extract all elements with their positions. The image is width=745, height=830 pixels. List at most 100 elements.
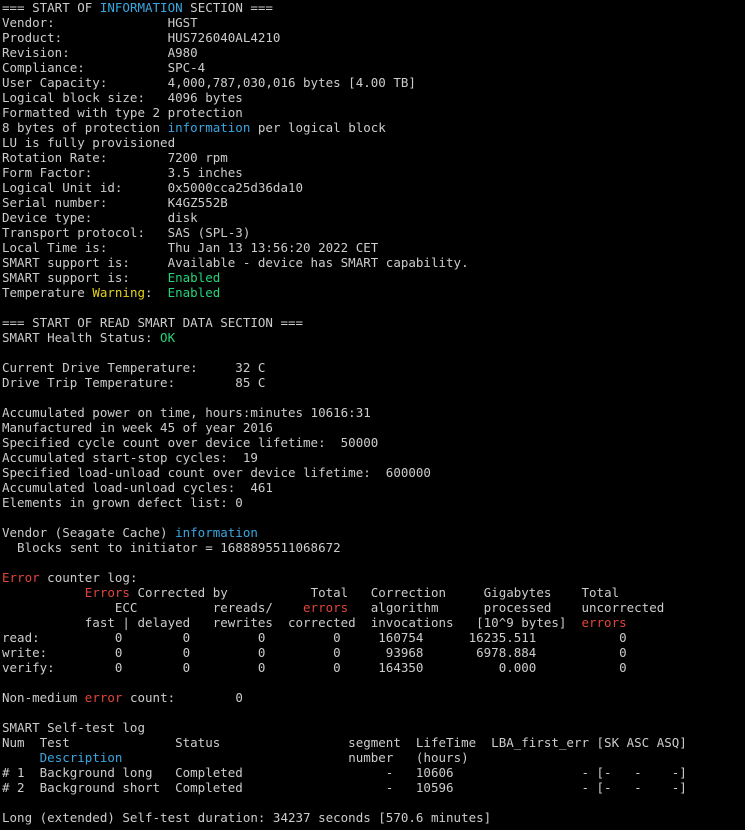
terminal-line: LU is fully provisioned [2,135,687,150]
highlighted-text: errors [581,615,627,630]
terminal-line: Transport protocol: SAS (SPL-3) [2,225,687,240]
text-segment: write: 0 0 0 0 93968 6978.884 0 [2,645,627,660]
text-segment: Compliance: SPC-4 [2,60,206,75]
text-segment: Product: HUS726040AL4210 [2,30,281,45]
terminal-line: Blocks sent to initiator = 1688895511068… [2,540,687,555]
terminal-line: Local Time is: Thu Jan 13 13:56:20 2022 … [2,240,687,255]
terminal-line: fast | delayed rewrites corrected invoca… [2,615,687,630]
text-segment: # 2 Background short Completed - 10596 -… [2,780,687,795]
text-segment: Revision: A980 [2,45,198,60]
terminal-line: Accumulated power on time, hours:minutes… [2,405,687,420]
text-segment: === START OF [2,0,100,15]
highlighted-text: errors [303,600,349,615]
text-segment: Long (extended) Self-test duration: 3423… [2,810,492,825]
text-segment: read: 0 0 0 0 160754 16235.511 0 [2,630,627,645]
text-segment: Serial number: K4GZ552B [2,195,228,210]
terminal-line: Product: HUS726040AL4210 [2,30,687,45]
terminal-line: SMART Self-test log [2,720,687,735]
highlighted-text: INFORMATION [99,0,183,15]
text-segment: verify: 0 0 0 0 164350 0.000 0 [2,660,627,675]
text-segment: Non-medium [2,690,85,705]
terminal-output: === START OF INFORMATION SECTION === Vend… [2,0,687,825]
text-segment: Accumulated load-unload cycles: 461 [2,480,273,495]
text-segment: Blocks sent to initiator = 1688895511068… [2,540,341,555]
text-segment: Manufactured in week 45 of year 2016 [2,420,273,435]
text-segment: number (hours) [122,750,469,765]
text-segment: Specified cycle count over device lifeti… [2,435,379,450]
text-segment: Logical block size: 4096 bytes [2,90,243,105]
terminal-line: Manufactured in week 45 of year 2016 [2,420,687,435]
terminal-line: Accumulated start-stop cycles: 19 [2,450,687,465]
highlighted-text: error [84,690,123,705]
terminal-line: Vendor (Seagate Cache) information [2,525,687,540]
terminal-line: Non-medium error count: 0 [2,690,687,705]
text-segment: Vendor (Seagate Cache) [2,525,176,540]
terminal-line: Temperature Warning: Enabled [2,285,687,300]
terminal-line: Formatted with type 2 protection [2,105,687,120]
terminal-line: Vendor: HGST [2,15,687,30]
highlighted-text: OK [160,330,176,345]
text-segment: Corrected by Total Correction Gigabytes … [129,585,620,600]
text-segment [2,585,85,600]
terminal-line: Accumulated load-unload cycles: 461 [2,480,687,495]
text-segment: # 1 Background long Completed - 10606 - … [2,765,687,780]
terminal-line: === START OF READ SMART DATA SECTION === [2,315,687,330]
highlighted-text: information [175,525,258,540]
terminal-line: Drive Trip Temperature: 85 C [2,375,687,390]
terminal-line: Errors Corrected by Total Correction Gig… [2,585,687,600]
text-segment: SMART Health Status: [2,330,161,345]
terminal-line: verify: 0 0 0 0 164350 0.000 0 [2,660,687,675]
text-segment: SMART support is: [2,270,168,285]
text-segment: Drive Trip Temperature: 85 C [2,375,266,390]
text-segment: Logical Unit id: 0x5000cca25d36da10 [2,180,304,195]
text-segment: User Capacity: 4,000,787,030,016 bytes [… [2,75,416,90]
text-segment: Elements in grown defect list: 0 [2,495,243,510]
highlighted-text: Description [39,750,123,765]
highlighted-text: Warning [92,285,145,300]
text-segment [2,750,40,765]
terminal-line: Description number (hours) [2,750,687,765]
terminal-line: Form Factor: 3.5 inches [2,165,687,180]
terminal-line: write: 0 0 0 0 93968 6978.884 0 [2,645,687,660]
text-segment: fast | delayed rewrites corrected invoca… [2,615,582,630]
text-segment: Accumulated power on time, hours:minutes… [2,405,371,420]
text-segment: algorithm processed uncorrected [348,600,665,615]
terminal-line: Logical Unit id: 0x5000cca25d36da10 [2,180,687,195]
highlighted-text: Error [2,570,40,585]
terminal-line: Serial number: K4GZ552B [2,195,687,210]
terminal-line: User Capacity: 4,000,787,030,016 bytes [… [2,75,687,90]
text-segment: ECC rereads/ [2,600,304,615]
terminal-line: SMART Health Status: OK [2,330,687,345]
terminal-line: Current Drive Temperature: 32 C [2,360,687,375]
terminal-line: Error counter log: [2,570,687,585]
highlighted-text: information [167,120,251,135]
text-segment: Vendor: HGST [2,15,198,30]
text-segment: count: 0 [122,690,243,705]
text-segment: Rotation Rate: 7200 rpm [2,150,228,165]
text-segment: SMART support is: Available - device has… [2,255,469,270]
text-segment: : [145,285,168,300]
highlighted-text: Errors [84,585,130,600]
text-segment: LU is fully provisioned [2,135,176,150]
terminal-line: ECC rereads/ errors algorithm processed … [2,600,687,615]
text-segment: Num Test Status segment LifeTime LBA_fir… [2,735,687,750]
terminal-line: Long (extended) Self-test duration: 3423… [2,810,687,825]
terminal-line: Specified cycle count over device lifeti… [2,435,687,450]
text-segment: 8 bytes of protection [2,120,168,135]
text-segment: Form Factor: 3.5 inches [2,165,243,180]
text-segment: Current Drive Temperature: 32 C [2,360,266,375]
text-segment: === START OF READ SMART DATA SECTION === [2,315,304,330]
terminal-line: === START OF INFORMATION SECTION === [2,0,687,15]
text-segment: SECTION === [182,0,273,15]
highlighted-text: Enabled [167,285,221,300]
terminal-line: SMART support is: Available - device has… [2,255,687,270]
terminal-line: # 1 Background long Completed - 10606 - … [2,765,687,780]
text-segment: Local Time is: Thu Jan 13 13:56:20 2022 … [2,240,379,255]
